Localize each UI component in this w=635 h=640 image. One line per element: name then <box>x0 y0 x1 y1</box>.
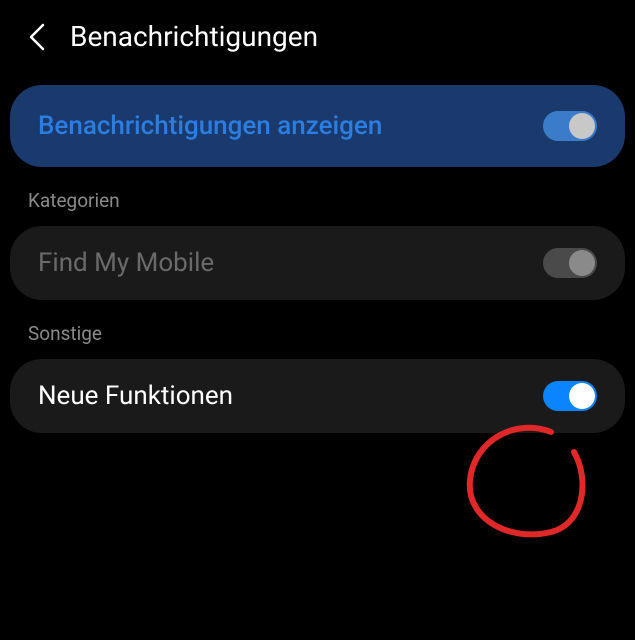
show-notifications-label: Benachrichtigungen anzeigen <box>38 111 382 141</box>
header: Benachrichtigungen <box>0 0 635 77</box>
find-my-mobile-label: Find My Mobile <box>38 248 214 278</box>
toggle-knob <box>569 383 595 409</box>
find-my-mobile-toggle[interactable] <box>543 248 597 278</box>
find-my-mobile-row[interactable]: Find My Mobile <box>10 226 625 300</box>
back-icon[interactable] <box>24 24 50 50</box>
new-features-row[interactable]: Neue Funktionen <box>10 359 625 433</box>
toggle-knob <box>569 113 595 139</box>
new-features-label: Neue Funktionen <box>38 381 233 411</box>
new-features-toggle[interactable] <box>543 381 597 411</box>
section-label-categories: Kategorien <box>0 167 635 226</box>
page-title: Benachrichtigungen <box>70 20 318 53</box>
section-label-other: Sonstige <box>0 300 635 359</box>
show-notifications-toggle[interactable] <box>543 111 597 141</box>
toggle-knob <box>569 250 595 276</box>
show-notifications-row[interactable]: Benachrichtigungen anzeigen <box>10 85 625 167</box>
